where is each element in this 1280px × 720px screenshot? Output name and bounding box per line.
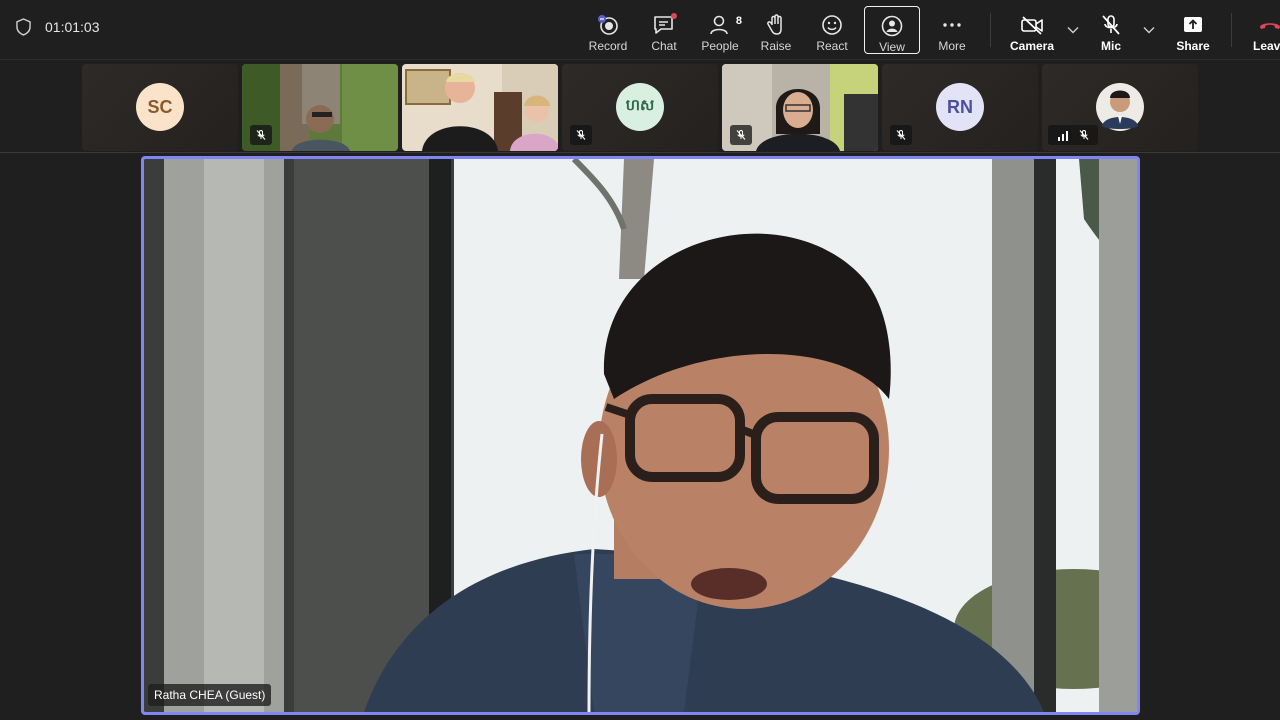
participant-tile[interactable] (722, 64, 878, 151)
participant-tile[interactable]: ហស (562, 64, 718, 151)
camera-options-chevron[interactable] (1063, 6, 1083, 54)
more-button[interactable]: More (924, 6, 980, 54)
toolbar-separator (990, 13, 991, 47)
participant-strip: SC ហស RN (82, 64, 1198, 151)
raise-label: Raise (760, 39, 792, 53)
more-icon (940, 14, 964, 36)
people-count: 8 (735, 15, 742, 27)
camera-button[interactable]: Camera (1001, 6, 1063, 54)
mic-off-icon (736, 130, 746, 140)
mic-button[interactable]: Mic (1083, 6, 1139, 54)
mic-options-chevron[interactable] (1139, 6, 1159, 54)
chat-notification-dot (671, 13, 677, 19)
share-button[interactable]: Share (1165, 6, 1221, 54)
participant-video (402, 64, 558, 151)
meeting-toolbar: 01:01:03 Record Chat 8 People Raise Reac… (0, 0, 1280, 60)
record-label: Record (588, 39, 628, 53)
share-label: Share (1176, 39, 1210, 53)
chat-label: Chat (651, 39, 677, 53)
connection-status (1048, 125, 1098, 145)
chat-button[interactable]: Chat (636, 6, 692, 54)
hang-up-icon (1258, 14, 1280, 36)
muted-indicator (570, 125, 592, 145)
toolbar-separator (1231, 13, 1232, 47)
shield-icon (16, 18, 31, 36)
speaker-video-frame (144, 159, 1137, 712)
react-button[interactable]: React (804, 6, 860, 54)
chevron-down-icon (1067, 27, 1079, 34)
people-label: People (701, 39, 739, 53)
share-icon (1181, 14, 1205, 36)
camera-off-icon (1020, 14, 1044, 36)
raise-hand-button[interactable]: Raise (748, 6, 804, 54)
muted-indicator (890, 125, 912, 145)
hand-icon (764, 14, 788, 36)
participant-tile[interactable] (242, 64, 398, 151)
muted-indicator (250, 125, 272, 145)
speaker-name-tag: Ratha CHEA (Guest) (148, 684, 272, 706)
strip-divider (0, 152, 1280, 153)
participant-tile[interactable]: SC (82, 64, 238, 151)
more-label: More (938, 39, 966, 53)
elapsed-time: 01:01:03 (45, 19, 100, 35)
people-button[interactable]: 8 People (692, 6, 748, 54)
mic-off-icon (896, 130, 906, 140)
react-label: React (816, 39, 848, 53)
mic-label: Mic (1100, 39, 1121, 53)
active-speaker-video[interactable] (141, 156, 1140, 715)
meeting-timer: 01:01:03 (16, 18, 100, 36)
signal-bars-icon (1057, 131, 1068, 141)
smiley-icon (820, 14, 844, 36)
chevron-down-icon (1143, 27, 1155, 34)
avatar: SC (136, 83, 184, 131)
leave-button[interactable]: Leave (1242, 6, 1280, 54)
participant-tile[interactable] (1042, 64, 1198, 151)
participant-tile[interactable] (402, 64, 558, 151)
camera-label: Camera (1009, 39, 1055, 53)
people-icon: 8 (708, 14, 742, 36)
chat-icon (652, 13, 677, 36)
mic-off-icon (256, 130, 266, 140)
record-icon (596, 14, 620, 36)
leave-label: Leave (1252, 39, 1280, 53)
participant-tile[interactable]: RN (882, 64, 1038, 151)
view-button[interactable]: View (864, 6, 920, 54)
mic-off-icon (1099, 14, 1123, 36)
view-icon (880, 15, 904, 37)
mic-off-icon (576, 130, 586, 140)
muted-indicator (730, 125, 752, 145)
mic-off-icon (1079, 130, 1088, 140)
record-button[interactable]: Record (580, 6, 636, 54)
view-label: View (879, 40, 905, 54)
avatar: RN (936, 83, 984, 131)
avatar: ហស (616, 83, 664, 131)
